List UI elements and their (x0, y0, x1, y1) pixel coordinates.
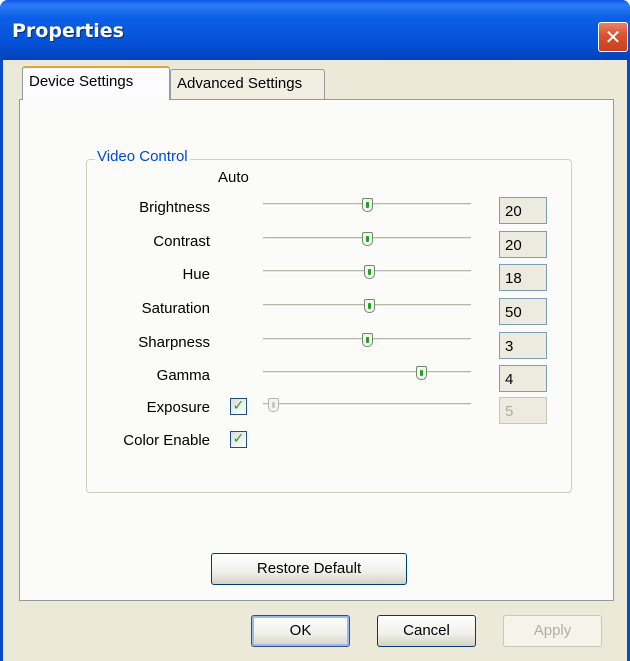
exposure-slider[interactable] (263, 398, 471, 412)
close-icon[interactable]: ✕ (598, 22, 628, 52)
dialog-client-area: Device Settings Advanced Settings Video … (3, 60, 627, 661)
brightness-slider-thumb[interactable] (362, 198, 373, 212)
contrast-slider[interactable] (263, 232, 471, 246)
brightness-label: Brightness (139, 199, 210, 216)
sharpness-value[interactable]: 3 (499, 332, 547, 359)
cancel-button[interactable]: Cancel (377, 615, 476, 647)
tab-advanced-settings[interactable]: Advanced Settings (170, 69, 325, 99)
exposure-value[interactable]: 5 (499, 397, 547, 424)
apply-button[interactable]: Apply (503, 615, 602, 647)
ok-button[interactable]: OK (251, 615, 350, 647)
color-enable-checkbox[interactable]: ✓ (230, 431, 247, 448)
sharpness-slider[interactable] (263, 333, 471, 347)
gamma-slider-thumb[interactable] (416, 366, 427, 380)
device-settings-panel: Video Control Auto Brightness 20 Contras… (19, 99, 614, 601)
brightness-slider[interactable] (263, 198, 471, 212)
window-title: Properties (12, 20, 124, 42)
restore-default-button[interactable]: Restore Default (211, 553, 407, 585)
auto-column-header: Auto (218, 169, 249, 186)
tab-device-settings[interactable]: Device Settings (22, 66, 170, 100)
sharpness-label: Sharpness (138, 334, 210, 351)
exposure-label: Exposure (146, 399, 210, 416)
properties-window: Properties ✕ Device Settings Advanced Se… (0, 0, 630, 661)
hue-slider[interactable] (263, 265, 471, 279)
saturation-slider-thumb[interactable] (364, 299, 375, 313)
saturation-slider[interactable] (263, 299, 471, 313)
gamma-slider[interactable] (263, 366, 471, 380)
gamma-label: Gamma (156, 367, 210, 384)
saturation-label: Saturation (141, 300, 210, 317)
hue-value[interactable]: 18 (499, 264, 547, 291)
brightness-value[interactable]: 20 (499, 197, 547, 224)
exposure-auto-checkbox[interactable]: ✓ (230, 398, 247, 415)
hue-slider-thumb[interactable] (364, 265, 375, 279)
hue-label: Hue (182, 266, 210, 283)
sharpness-slider-thumb[interactable] (362, 333, 373, 347)
contrast-value[interactable]: 20 (499, 231, 547, 258)
exposure-slider-thumb[interactable] (268, 398, 279, 412)
saturation-value[interactable]: 50 (499, 298, 547, 325)
video-control-title: Video Control (95, 148, 190, 165)
contrast-slider-thumb[interactable] (362, 232, 373, 246)
gamma-value[interactable]: 4 (499, 365, 547, 392)
contrast-label: Contrast (153, 233, 210, 250)
title-bar[interactable]: Properties ✕ (0, 0, 630, 60)
color-enable-label: Color Enable (123, 432, 210, 449)
